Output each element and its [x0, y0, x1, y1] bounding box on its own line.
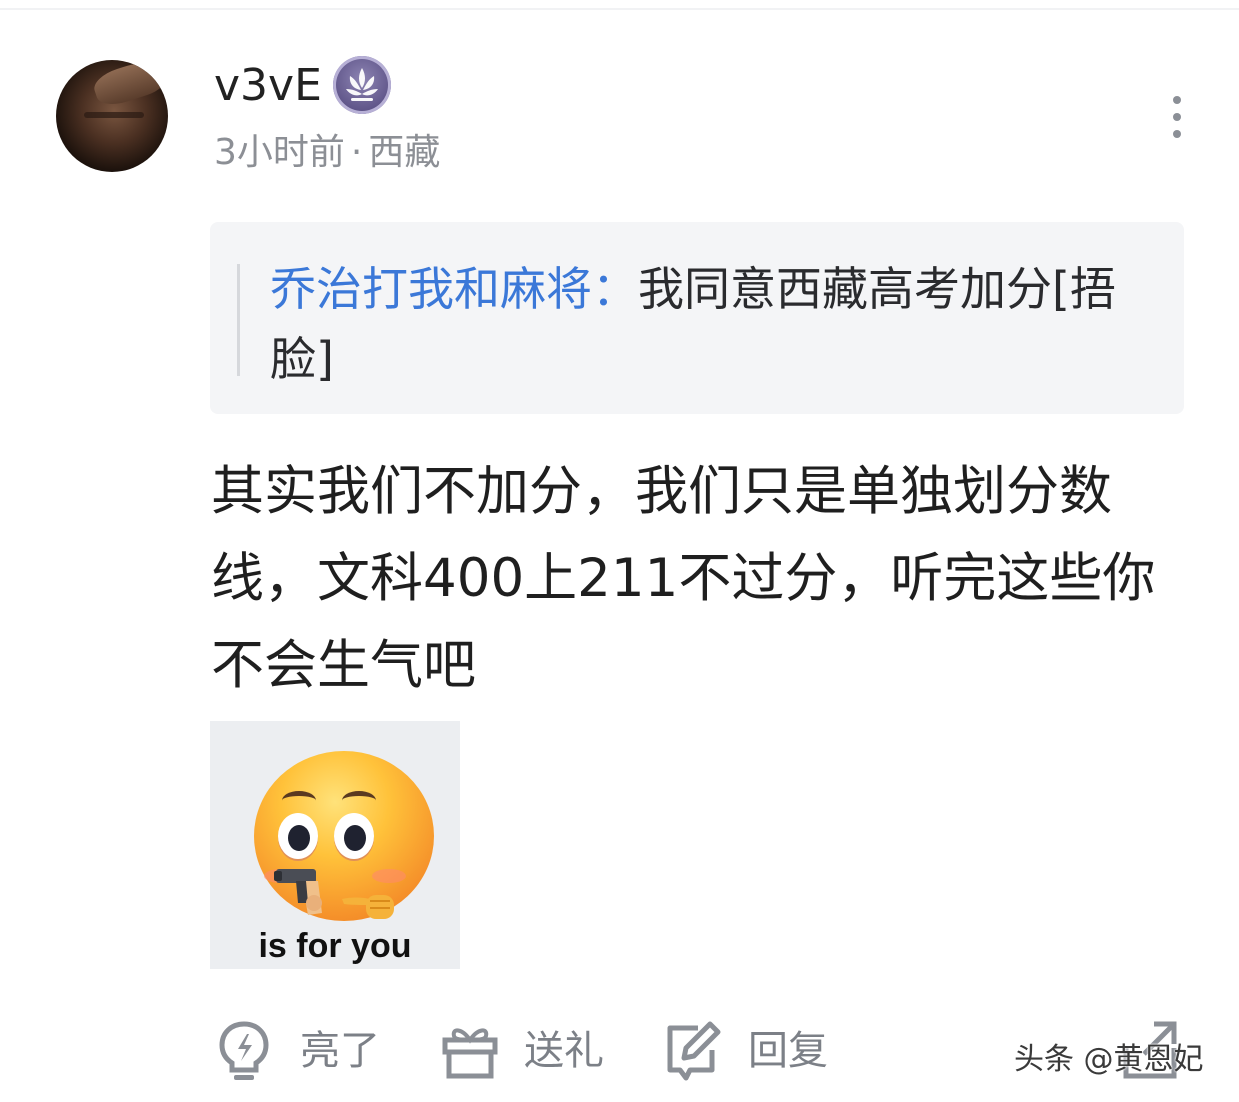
left-eye [278, 813, 318, 859]
gift-button[interactable]: 送礼 [440, 1012, 620, 1092]
gift-label: 送礼 [524, 1028, 604, 1074]
more-vertical-icon[interactable] [1160, 92, 1196, 142]
lightbulb-icon [219, 1021, 269, 1080]
reply-label: 回复 [748, 1028, 828, 1074]
right-eye [334, 813, 374, 859]
like-button[interactable]: 亮了 [216, 1012, 396, 1092]
quoted-comment[interactable]: 乔治打我和麻将：我同意西藏高考加分[捂脸] [210, 222, 1184, 414]
gun-icon [274, 869, 322, 915]
user-avatar[interactable] [56, 60, 168, 172]
quote-bar [237, 264, 240, 376]
comment-body: 其实我们不加分，我们只是单独划分数线，文科400上211不过分，听完这些你不会生… [211, 461, 1156, 696]
right-brow [342, 791, 376, 810]
watermark: 头条 @黄恩妃 [1014, 1042, 1204, 1077]
right-blush [372, 869, 406, 883]
more-dot [1173, 113, 1181, 121]
pointing-hand-icon [342, 895, 394, 919]
avatar-hand [90, 60, 168, 110]
top-divider [0, 8, 1239, 10]
meta-separator: · [350, 132, 363, 173]
sticker-image[interactable]: is for you [210, 721, 460, 969]
left-brow [282, 791, 316, 810]
more-dot [1173, 130, 1181, 138]
avatar-shade [84, 112, 144, 118]
more-dot [1173, 96, 1181, 104]
quote-colon: ： [592, 262, 638, 316]
sticker-caption: is for you [258, 927, 412, 965]
reply-button[interactable]: 回复 [664, 1012, 844, 1092]
post-location: 西藏 [368, 132, 441, 173]
gift-icon [442, 1028, 498, 1079]
post-meta: 3小时前 · 西藏 [214, 128, 440, 178]
quote-author-link[interactable]: 乔治打我和麻将 [270, 262, 592, 316]
like-label: 亮了 [300, 1028, 380, 1074]
lotus-badge-icon[interactable] [333, 56, 391, 114]
post-time: 3小时前 [214, 132, 345, 173]
quote-text-block: 乔治打我和麻将：我同意西藏高考加分[捂脸] [270, 254, 1150, 394]
username[interactable]: v3vE [214, 58, 322, 114]
edit-reply-icon [667, 1021, 721, 1081]
